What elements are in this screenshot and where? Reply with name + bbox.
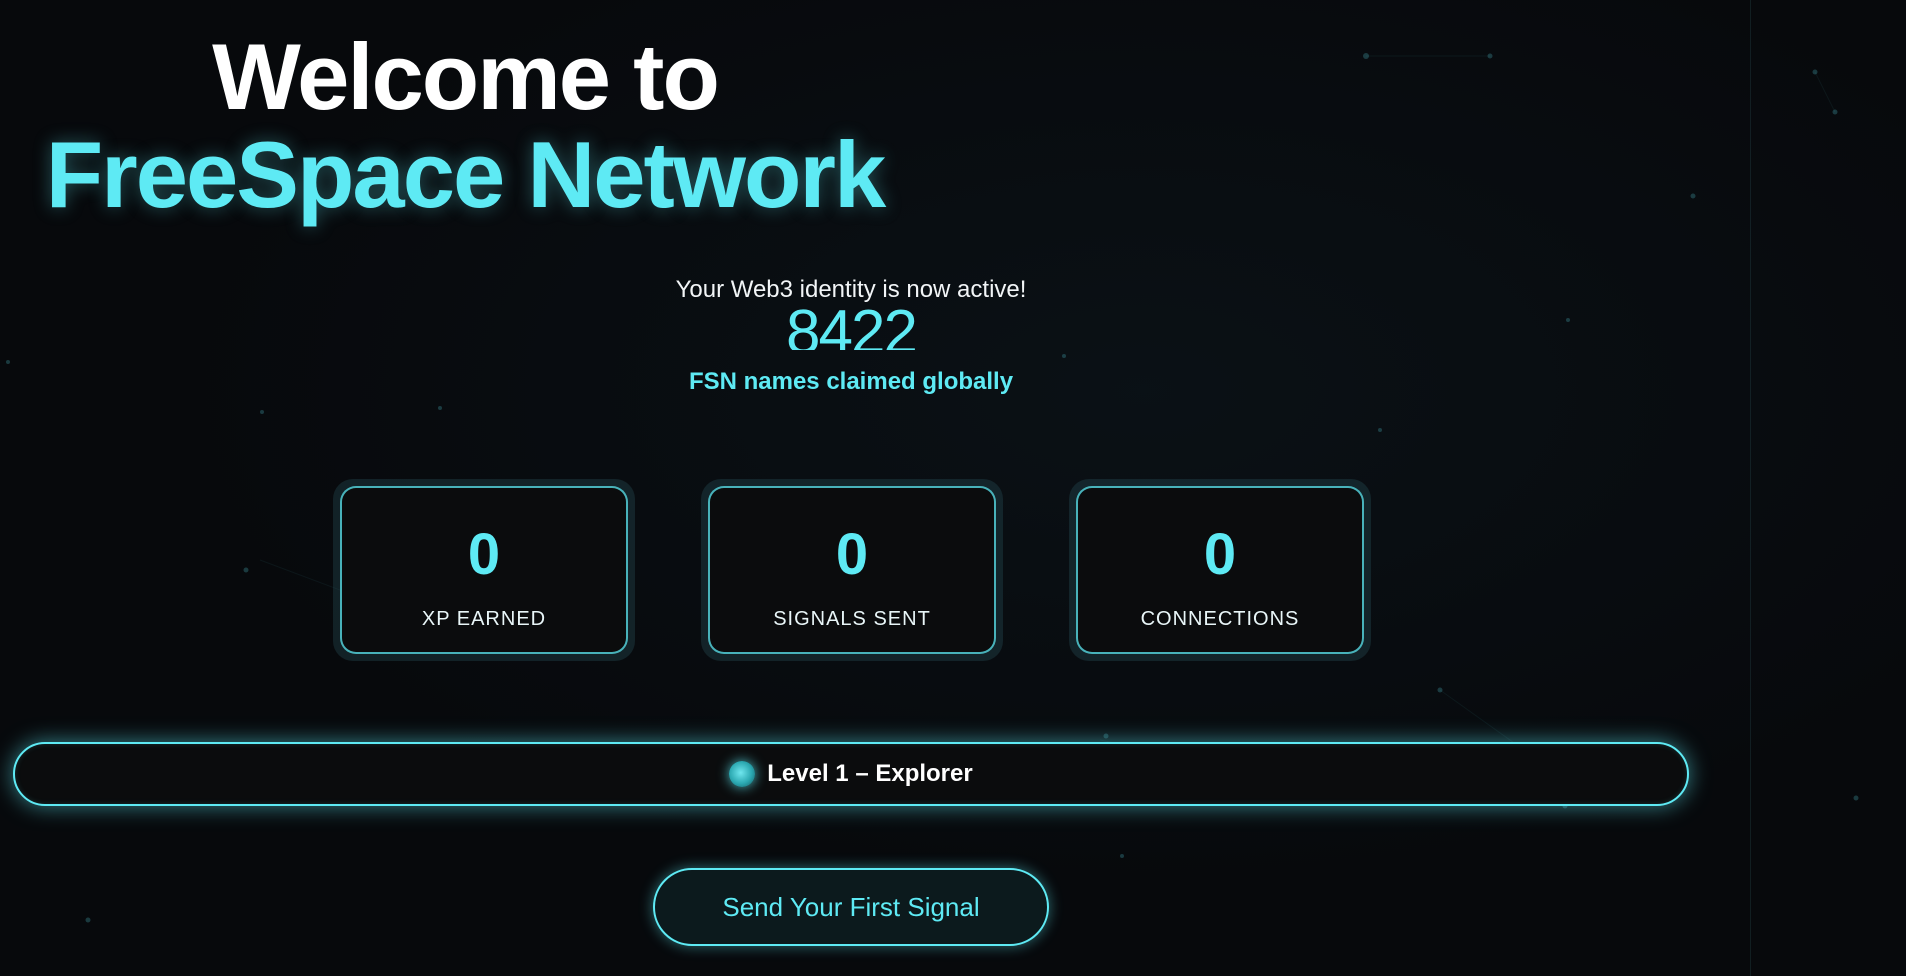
stat-card-connections: 0 CONNECTIONS — [1069, 479, 1371, 661]
stat-card-inner: 0 SIGNALS SENT — [708, 486, 996, 654]
stat-card-signals: 0 SIGNALS SENT — [701, 479, 1003, 661]
stat-value-signals: 0 — [835, 522, 869, 587]
claimed-counter: 8422 — [786, 300, 918, 351]
stat-value-xp: 0 — [467, 522, 501, 587]
stat-label-signals: SIGNALS SENT — [773, 608, 931, 630]
claimed-caption: FSN names claimed globally — [688, 368, 1014, 395]
stat-value-connections: 0 — [1203, 522, 1237, 587]
network-name-heading: FreeSpace Network — [45, 122, 886, 227]
stat-card-inner: 0 CONNECTIONS — [1076, 486, 1364, 654]
stat-label-connections: CONNECTIONS — [1140, 608, 1300, 630]
page-title: Welcome to FreeSpace Network — [0, 30, 930, 222]
panel-divider — [1750, 0, 1751, 976]
level-badge: Level 1 – Explorer — [13, 742, 1689, 806]
stat-card-inner: 0 XP EARNED — [340, 486, 628, 654]
send-first-signal-button[interactable]: Send Your First Signal — [653, 868, 1049, 946]
level-orb-icon — [729, 761, 756, 787]
welcome-page: Welcome to FreeSpace Network Your Web3 i… — [0, 0, 1906, 976]
claimed-counter-window: 8422 — [0, 300, 1702, 351]
level-text: Level 1 – Explorer — [767, 760, 973, 787]
stat-card-xp: 0 XP EARNED — [333, 479, 635, 661]
stat-label-xp: XP EARNED — [421, 608, 547, 630]
welcome-heading: Welcome to — [212, 24, 720, 129]
